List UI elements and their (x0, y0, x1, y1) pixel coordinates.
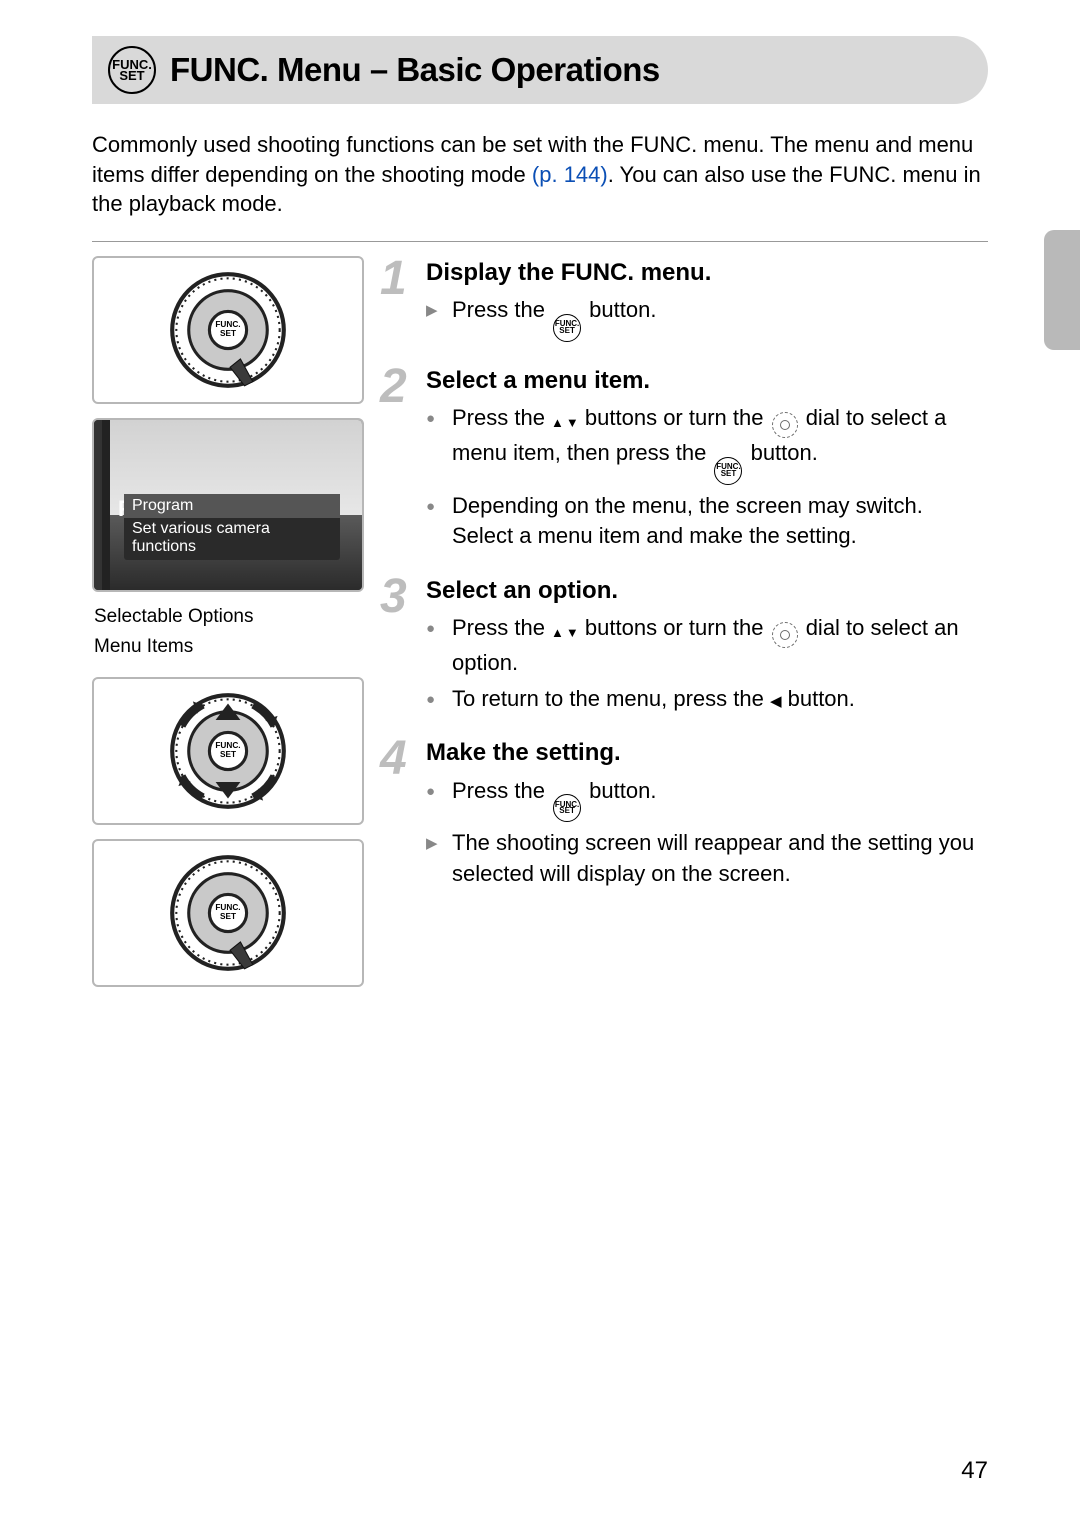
step-title: Display the FUNC. menu. (426, 256, 988, 289)
intro-text: Commonly used shooting functions can be … (92, 130, 988, 219)
svg-text:SET: SET (220, 329, 236, 338)
control-dial-turn-icon: FUNC. SET (166, 689, 290, 813)
step-bullet: ●Press the FUNC.SET button. (426, 776, 988, 823)
step-block: 2Select a menu item.●Press the buttons o… (384, 364, 988, 552)
page-header: FUNC. SET FUNC. Menu – Basic Operations (92, 36, 988, 104)
bullet-icon: ● (426, 690, 435, 711)
step-block: 3Select an option.●Press the buttons or … (384, 574, 988, 715)
illus-menu-screen: P Program Set various camera functions (92, 418, 364, 592)
up-down-icon (551, 615, 579, 645)
step-block: 4Make the setting.●Press the FUNC.SET bu… (384, 736, 988, 889)
step-title: Make the setting. (426, 736, 988, 769)
bullet-icon: ▶ (426, 301, 438, 322)
step-number: 2 (380, 354, 407, 420)
step-number: 3 (380, 564, 407, 630)
page-title: FUNC. Menu – Basic Operations (170, 51, 660, 89)
control-dial-icon: FUNC. SET (166, 851, 290, 975)
svg-text:SET: SET (220, 913, 236, 922)
step-bullet: ●Press the buttons or turn the dial to s… (426, 403, 988, 485)
funcset-icon: FUNC. SET (108, 46, 156, 94)
divider (92, 241, 988, 242)
svg-text:FUNC.: FUNC. (215, 320, 240, 329)
step-title: Select an option. (426, 574, 988, 607)
bullet-icon: ● (426, 409, 435, 430)
step-bullet: ●To return to the menu, press the button… (426, 684, 988, 714)
step-bullet: ●Depending on the menu, the screen may s… (426, 491, 988, 552)
step-bullet: ●Press the buttons or turn the dial to s… (426, 613, 988, 678)
instruction-column: 1Display the FUNC. menu.▶Press the FUNC.… (384, 256, 988, 911)
step-number: 1 (380, 246, 407, 312)
step-bullet: ▶The shooting screen will reappear and t… (426, 828, 988, 889)
control-dial-icon: FUNC. SET (166, 268, 290, 392)
bullet-icon: ● (426, 619, 435, 640)
bullet-icon: ● (426, 782, 435, 803)
svg-text:SET: SET (220, 751, 236, 760)
svg-text:FUNC.: FUNC. (215, 741, 240, 750)
step-bullet: ▶Press the FUNC.SET button. (426, 295, 988, 342)
caption-selectable-options: Selectable Options (94, 604, 364, 630)
up-down-icon (551, 405, 579, 435)
illus-press-funcset: FUNC. SET (92, 256, 364, 404)
step-title: Select a menu item. (426, 364, 988, 397)
illustration-column: FUNC. SET P Program Set various camera f… (92, 256, 364, 1001)
illus-press-funcset-2: FUNC. SET (92, 839, 364, 987)
svg-text:FUNC.: FUNC. (215, 903, 240, 912)
left-arrow-icon (770, 684, 782, 714)
control-dial-icon (772, 412, 798, 438)
page-number: 47 (961, 1457, 988, 1485)
bullet-icon: ● (426, 497, 435, 518)
control-dial-icon (772, 622, 798, 648)
bullet-icon: ▶ (426, 834, 438, 855)
page-ref-link[interactable]: (p. 144) (532, 162, 608, 187)
funcset-icon: FUNC.SET (553, 314, 581, 342)
funcset-icon: FUNC.SET (553, 794, 581, 822)
section-tab (1044, 230, 1080, 350)
step-block: 1Display the FUNC. menu.▶Press the FUNC.… (384, 256, 988, 342)
caption-menu-items: Menu Items (94, 634, 364, 660)
step-number: 4 (380, 726, 407, 792)
illus-turn-dial: FUNC. SET (92, 677, 364, 825)
funcset-icon: FUNC.SET (714, 457, 742, 485)
